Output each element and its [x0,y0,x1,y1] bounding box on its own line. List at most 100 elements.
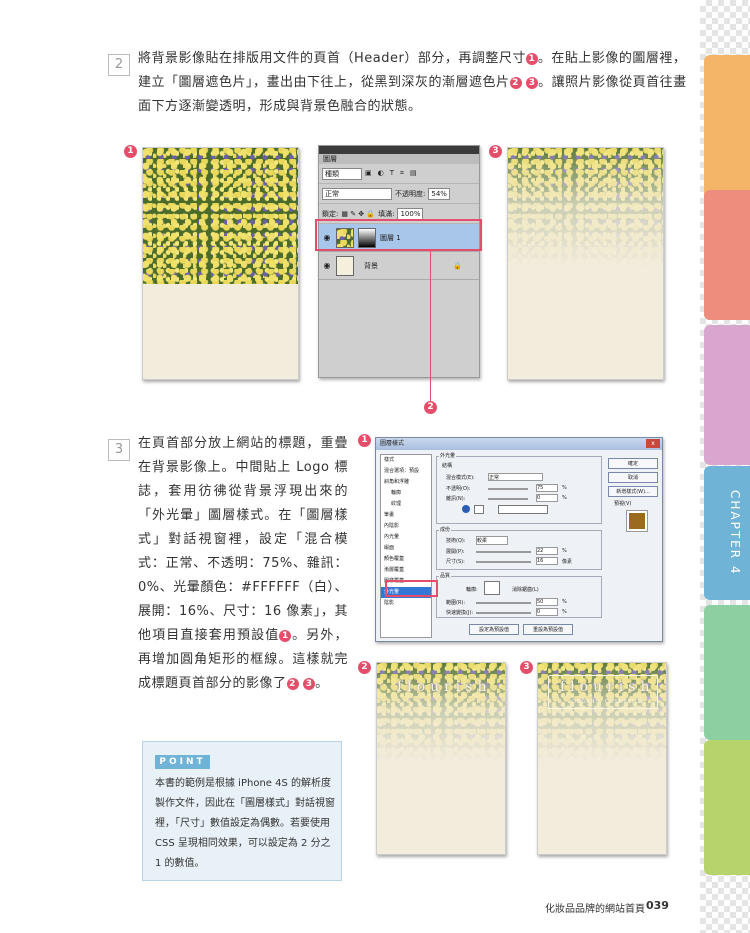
contour-label: 輪廓: [466,587,478,593]
section-quality: 品質 [439,572,452,579]
kind-select[interactable]: 種類 [322,167,362,180]
chapter-tab-6[interactable] [704,740,750,875]
style-item[interactable]: 輪廓 [381,488,431,499]
point-text: 本書的範例是根據 iPhone 4S 的解析度製作文件，因此在「圖層樣式」對話視… [155,778,335,869]
logo-subtitle: ORGANIC COSMETICS [572,699,644,705]
fill-input[interactable]: 100% [397,207,424,220]
flower-photo [377,663,505,763]
blend-label: 混合模式(E): [446,475,475,481]
range-input[interactable]: 50 [536,598,558,606]
style-item[interactable]: 樣式 [381,455,431,466]
style-item[interactable]: 混合選項：預設 [381,466,431,477]
point-tag: POINT [155,755,210,769]
lock-label: 鎖定: [322,209,339,218]
contour-picker[interactable] [484,581,500,595]
flower-photo [143,148,298,284]
spread-input[interactable]: 22 [536,547,558,555]
panel-titlebar [319,146,479,154]
marker-3: 3 [526,77,539,89]
style-item[interactable]: 緞面 [381,543,431,554]
opacity-input[interactable]: 75 [536,484,558,492]
range-slider[interactable] [476,602,531,604]
percent-label: % [562,495,567,501]
opacity-label: 不透明度: [395,189,426,198]
technique-select[interactable]: 較柔 [476,536,508,545]
chapter-tab-5[interactable] [704,605,750,740]
chapter-label: CHAPTER 4 [728,490,742,576]
percent-label: % [562,485,567,491]
section-outer-glow: 外光暈 [439,452,457,459]
size-input[interactable]: 16 [536,557,558,565]
technique-label: 技術(Q): [446,538,466,544]
figure-header-with-logo: flourish [376,662,506,855]
faded-flower-photo [377,663,505,763]
panel-tab-layers[interactable]: 圖層 [319,154,479,164]
opacity-slider[interactable] [488,488,528,490]
chapter-tab-2[interactable] [704,190,750,320]
noise-slider[interactable] [488,498,528,500]
styles-list: 樣式 混合選項：預設 斜角和浮雕 輪廓 紋理 筆畫 內陰影 內光暈 緞面 顏色覆… [380,454,432,638]
spread-slider[interactable] [476,551,531,553]
style-item[interactable]: 陰影 [381,598,431,609]
noise-label: 雜訊(N): [446,496,466,502]
jitter-slider[interactable] [476,612,531,614]
cancel-button[interactable]: 取消 [608,472,658,483]
marker-1: 1 [279,630,292,642]
outer-glow-highlight-box [385,580,438,597]
step-3-text-a: 在頁首部分放上網站的標題，重疊在背景影像上。中間貼上 Logo 標誌，套用彷彿從… [138,436,348,643]
logo-text: flourish [397,679,492,695]
new-style-button[interactable]: 新增樣式(W)... [608,486,658,497]
blend-select[interactable]: 正常 [488,473,543,481]
style-item[interactable]: 紋理 [381,499,431,510]
filter-icons[interactable]: ▣◐T⌗▤ [365,169,423,178]
logo-text: flourish [560,679,655,695]
reset-default-button[interactable]: 重設為預設值 [523,624,573,635]
panel-blend-row: 正常 不透明度: 54% [319,184,479,204]
size-label: 尺寸(S): [446,559,465,565]
background-layer-name[interactable]: 背景 [364,261,378,271]
lock-icon: 🔒 [453,261,462,270]
lock-icons[interactable]: ▦ ✎ ✥ 🔒 [341,210,375,218]
opacity-input[interactable]: 54% [428,187,450,200]
style-item[interactable]: 顏色覆蓋 [381,554,431,565]
figure-marker-1: 1 [124,145,137,158]
point-box: POINT 本書的範例是根據 iPhone 4S 的解析度製作文件，因此在「圖層… [142,741,342,881]
range-label: 範圍(R): [446,600,466,606]
style-item[interactable]: 內陰影 [381,521,431,532]
antialias-checkbox[interactable]: 消除鋸齒(L) [512,586,539,593]
glow-color-swatch[interactable] [474,505,484,514]
panel-filter-row: 種類 ▣◐T⌗▤ [319,164,479,184]
style-item[interactable]: 漸層覆蓋 [381,565,431,576]
style-item[interactable]: 內光暈 [381,532,431,543]
footer-title: 化妝品品牌的網站首頁 [545,904,645,915]
figure-3-faded-image [507,147,664,380]
opacity-label: 不透明(O): [446,486,471,492]
flower-photo [508,148,663,268]
figure-1-resized-image [142,147,299,380]
chapter-tab-3[interactable] [704,325,750,465]
section-elements: 成份 [439,526,452,533]
background-thumbnail [336,255,354,276]
style-item[interactable]: 斜角和浮雕 [381,477,431,488]
eye-icon[interactable]: ◉ [322,261,332,270]
jitter-label: 快速變換(J): [446,610,474,616]
close-icon[interactable]: x [646,439,660,448]
pixel-label: 像素 [562,559,573,565]
color-radio[interactable] [462,505,470,513]
figure-marker-3: 3 [489,145,502,158]
step-number-3: 3 [108,439,130,461]
noise-input[interactable]: 0 [536,494,558,502]
blend-mode-select[interactable]: 正常 [322,187,392,200]
ok-button[interactable]: 確定 [608,458,658,469]
preview-checkbox[interactable]: 預視(V) [614,500,631,507]
marker-3: 3 [303,678,316,690]
gradient-select[interactable] [498,505,548,514]
step-number-2: 2 [108,54,130,76]
spread-label: 展開(P): [446,549,465,555]
layer-row-background[interactable]: ◉ 背景 🔒 [319,252,479,280]
jitter-input[interactable]: 0 [536,608,558,616]
style-item[interactable]: 筆畫 [381,510,431,521]
size-slider[interactable] [476,561,531,563]
make-default-button[interactable]: 設定為預設值 [469,624,519,635]
layer-highlight-box [315,219,482,251]
